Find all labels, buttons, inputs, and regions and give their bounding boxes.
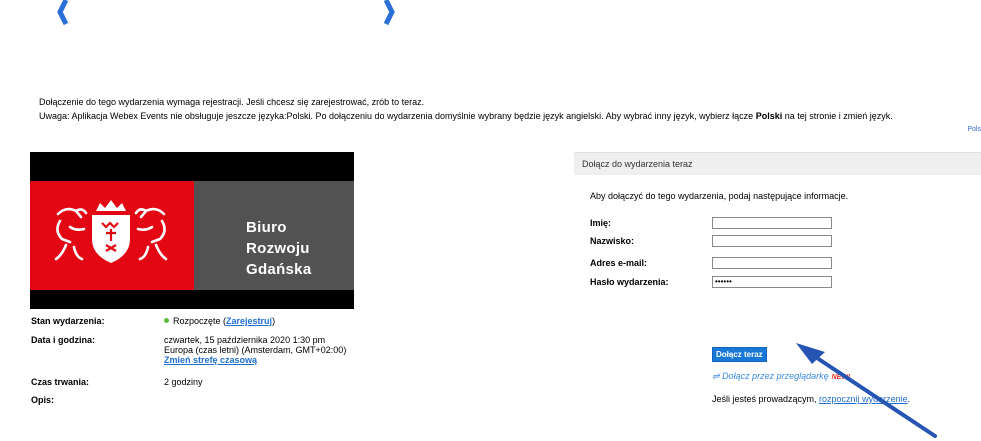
- password-field[interactable]: ••••••: [712, 276, 832, 288]
- browser-join-link[interactable]: ⇌ Dołącz przez przeglądarkę NEW!: [712, 371, 850, 382]
- first-name-field[interactable]: [712, 217, 832, 229]
- datetime-label: Data i godzina:: [31, 335, 96, 345]
- last-name-field[interactable]: [712, 235, 832, 247]
- new-badge: NEW!: [831, 374, 851, 381]
- datetime-value: czwartek, 15 października 2020 1:30 pm E…: [164, 335, 347, 365]
- change-timezone-link[interactable]: Zmień strefę czasową: [164, 355, 257, 365]
- host-message: Jeśli jesteś prowadzącym, rozpocznij wyd…: [712, 394, 911, 404]
- status-label: Stan wydarzenia:: [31, 316, 105, 326]
- register-link[interactable]: Zarejestruj: [226, 316, 272, 326]
- gdansk-crest-logo: [54, 200, 168, 263]
- email-field[interactable]: [712, 257, 832, 269]
- email-label: Adres e-mail:: [590, 258, 648, 268]
- description-label: Opis:: [31, 395, 55, 405]
- status-value: Rozpoczęte (Zarejestruj): [164, 316, 275, 326]
- top-bracket-decoration: [57, 0, 395, 26]
- browser-join-icon: ⇌: [712, 371, 720, 381]
- event-banner: Biuro Rozwoju Gdańska: [30, 152, 354, 309]
- banner-title-panel: Biuro Rozwoju Gdańska: [194, 181, 354, 290]
- join-now-button[interactable]: Dołącz teraz: [712, 347, 767, 362]
- password-label: Hasło wydarzenia:: [590, 277, 669, 287]
- duration-label: Czas trwania:: [31, 377, 90, 387]
- join-panel-header: Dołącz do wydarzenia teraz: [574, 152, 981, 175]
- banner-crest-panel: [30, 181, 194, 290]
- language-link[interactable]: Pols: [967, 126, 981, 133]
- start-event-link[interactable]: rozpocznij wydarzenie: [819, 394, 908, 404]
- banner-title: Biuro Rozwoju Gdańska: [246, 219, 312, 278]
- status-dot-icon: [164, 318, 169, 323]
- duration-value: 2 godziny: [164, 377, 203, 387]
- language-bold: Polski: [755, 111, 783, 121]
- last-name-label: Nazwisko:: [590, 236, 635, 246]
- registration-notice: Dołączenie do tego wydarzenia wymaga rej…: [39, 97, 425, 107]
- language-notice: Uwaga: Aplikacja Webex Events nie obsług…: [39, 111, 893, 121]
- first-name-label: Imię:: [590, 218, 612, 228]
- join-intro: Aby dołączyć do tego wydarzenia, podaj n…: [590, 191, 849, 201]
